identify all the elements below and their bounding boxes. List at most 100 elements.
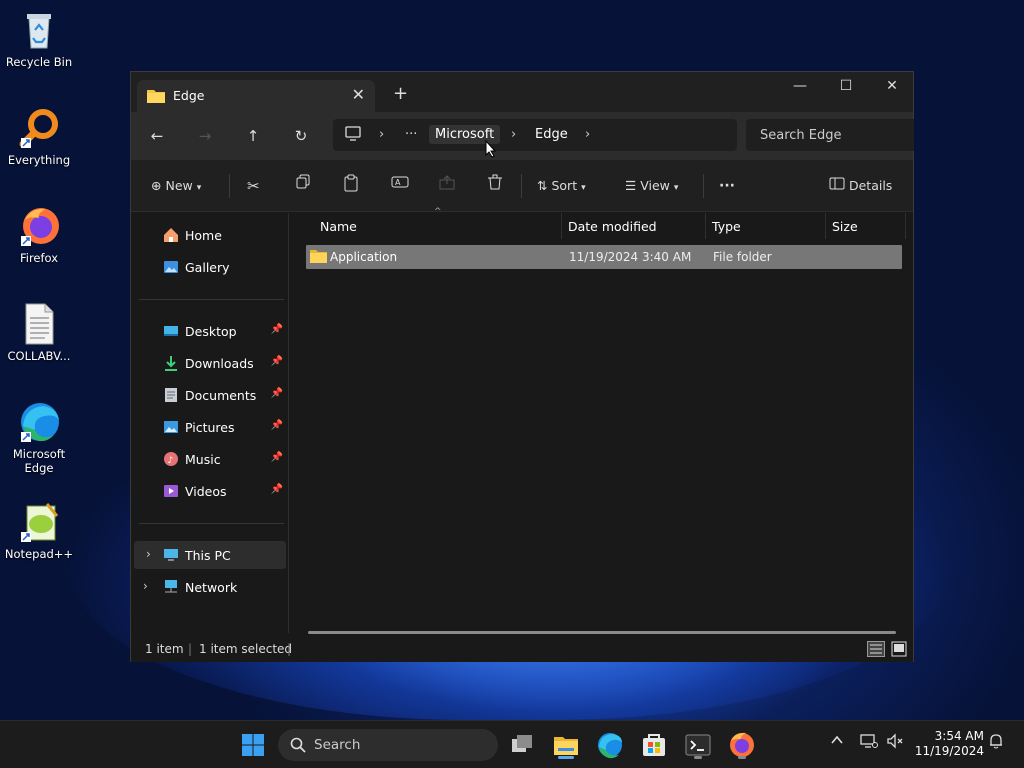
- chevron-right-icon[interactable]: ›: [511, 127, 516, 142]
- file-explorer-taskbar-icon[interactable]: [550, 729, 582, 761]
- running-indicator: [738, 756, 746, 759]
- gallery-icon: [163, 259, 179, 275]
- up-arrow-icon[interactable]: ↑: [241, 124, 265, 148]
- running-indicator: [694, 756, 702, 759]
- store-icon[interactable]: [638, 729, 670, 761]
- chevron-down-icon: ▾: [581, 183, 586, 193]
- pin-icon[interactable]: 📌: [271, 324, 283, 335]
- details-view-icon[interactable]: [867, 641, 885, 660]
- rename-icon[interactable]: A: [391, 174, 409, 198]
- pin-icon[interactable]: 📌: [271, 388, 283, 399]
- sidebar-item-this-pc[interactable]: › This PC: [134, 541, 286, 569]
- sidebar-item-desktop[interactable]: Desktop 📌: [131, 317, 289, 345]
- refresh-icon[interactable]: ↻: [289, 124, 313, 148]
- minimize-button[interactable]: —: [777, 72, 823, 102]
- column-divider[interactable]: [905, 213, 906, 239]
- column-divider[interactable]: [561, 213, 562, 239]
- desktop-icon-microsoft-edge[interactable]: Microsoft Edge: [4, 400, 74, 475]
- view-list-icon: ☰: [625, 178, 637, 193]
- desktop-icon-recycle-bin[interactable]: Recycle Bin: [4, 8, 74, 69]
- status-divider: |: [287, 642, 292, 656]
- svg-text:A: A: [395, 178, 401, 187]
- tab-close-button[interactable]: ✕: [352, 85, 365, 104]
- sidebar-item-network[interactable]: › Network: [131, 573, 289, 601]
- sidebar-item-music[interactable]: ♪ Music 📌: [131, 445, 289, 473]
- chevron-right-icon[interactable]: ›: [143, 579, 148, 593]
- firefox-taskbar-icon[interactable]: [726, 729, 758, 761]
- terminal-icon[interactable]: [682, 729, 714, 761]
- tab-edge[interactable]: Edge ✕: [137, 80, 375, 112]
- chevron-right-icon[interactable]: ›: [379, 127, 384, 142]
- pin-icon[interactable]: 📌: [271, 484, 283, 495]
- cut-icon[interactable]: ✂: [247, 174, 260, 198]
- chevron-right-icon[interactable]: ›: [146, 547, 151, 561]
- notification-bell-icon[interactable]: [988, 733, 1004, 753]
- close-button[interactable]: ✕: [869, 72, 915, 102]
- tiles-view-icon[interactable]: [891, 641, 907, 660]
- sidebar-item-documents[interactable]: Documents 📌: [131, 381, 289, 409]
- desktop-icon-everything[interactable]: Everything: [4, 106, 74, 167]
- column-header-type[interactable]: Type: [712, 213, 741, 241]
- magnifier-icon: [17, 106, 61, 150]
- search-input[interactable]: [746, 119, 914, 151]
- network-status-icon[interactable]: [860, 733, 878, 753]
- title-bar[interactable]: Edge ✕ + — ☐ ✕: [131, 72, 913, 112]
- sidebar-item-home[interactable]: Home: [131, 221, 289, 249]
- breadcrumb-edge[interactable]: Edge: [535, 127, 568, 142]
- edge-taskbar-icon[interactable]: [594, 729, 626, 761]
- new-tab-button[interactable]: +: [393, 83, 408, 104]
- status-bar: 1 item | 1 item selected |: [131, 638, 913, 662]
- sidebar-item-gallery[interactable]: Gallery: [131, 253, 289, 281]
- system-clock[interactable]: 3:54 AM 11/19/2024: [915, 729, 984, 759]
- show-hidden-icons-chevron-up-icon[interactable]: [830, 733, 844, 751]
- column-header-date-modified[interactable]: Date modified: [568, 213, 657, 241]
- pin-icon[interactable]: 📌: [271, 356, 283, 367]
- view-label: View: [640, 178, 670, 193]
- command-bar: ⊕ New ▾ ✂ A ⇅ Sort ▾ ☰ View ▾ ··· Detail…: [131, 160, 913, 212]
- volume-muted-icon[interactable]: [886, 733, 904, 753]
- network-icon: [163, 579, 179, 595]
- clock-time: 3:54 AM: [934, 729, 984, 743]
- sort-button[interactable]: ⇅ Sort ▾: [537, 174, 586, 198]
- new-button[interactable]: ⊕ New ▾: [151, 174, 201, 198]
- paste-icon[interactable]: [343, 174, 359, 198]
- search-box[interactable]: [746, 119, 914, 151]
- table-row[interactable]: Application 11/19/2024 3:40 AM File fold…: [306, 245, 902, 269]
- sidebar-item-downloads[interactable]: Downloads 📌: [131, 349, 289, 377]
- view-button[interactable]: ☰ View ▾: [625, 174, 678, 198]
- task-view-icon[interactable]: [506, 729, 538, 761]
- monitor-icon[interactable]: [345, 126, 361, 145]
- copy-icon[interactable]: [295, 174, 311, 198]
- pin-icon[interactable]: 📌: [271, 452, 283, 463]
- taskbar-search[interactable]: Search: [278, 729, 498, 761]
- share-icon[interactable]: [439, 174, 455, 198]
- more-options-button[interactable]: ···: [719, 174, 735, 198]
- desktop-icon-notepad-plus-plus[interactable]: Notepad++: [4, 500, 74, 561]
- sidebar-item-videos[interactable]: Videos 📌: [131, 477, 289, 505]
- chevron-right-icon[interactable]: ›: [585, 127, 590, 142]
- back-arrow-icon[interactable]: ←: [145, 124, 169, 148]
- horizontal-scrollbar[interactable]: [308, 631, 896, 634]
- svg-text:♪: ♪: [168, 456, 174, 466]
- address-bar[interactable]: › ··· Microsoft › Edge ›: [333, 119, 737, 151]
- details-pane-button[interactable]: Details: [829, 174, 892, 198]
- column-divider[interactable]: [705, 213, 706, 239]
- desktop-icon-collab-file[interactable]: COLLABV...: [4, 302, 74, 363]
- delete-icon[interactable]: [487, 174, 503, 198]
- column-header-name[interactable]: Name: [320, 213, 357, 241]
- desktop-icon-firefox[interactable]: Firefox: [4, 204, 74, 265]
- sort-ascending-indicator-icon: ^: [434, 207, 442, 217]
- forward-arrow-icon[interactable]: →: [193, 124, 217, 148]
- column-header-size[interactable]: Size: [832, 213, 858, 241]
- sort-label: Sort: [551, 178, 578, 193]
- breadcrumb-ellipsis[interactable]: ···: [405, 127, 417, 142]
- sidebar-item-pictures[interactable]: Pictures 📌: [131, 413, 289, 441]
- column-divider[interactable]: [825, 213, 826, 239]
- tab-title: Edge: [173, 88, 205, 103]
- start-windows-icon[interactable]: [237, 729, 269, 761]
- toolbar-divider: [703, 174, 704, 198]
- pin-icon[interactable]: 📌: [271, 420, 283, 431]
- taskbar-search-label: Search: [314, 737, 361, 753]
- maximize-button[interactable]: ☐: [823, 72, 869, 102]
- chevron-down-icon: ▾: [196, 183, 202, 193]
